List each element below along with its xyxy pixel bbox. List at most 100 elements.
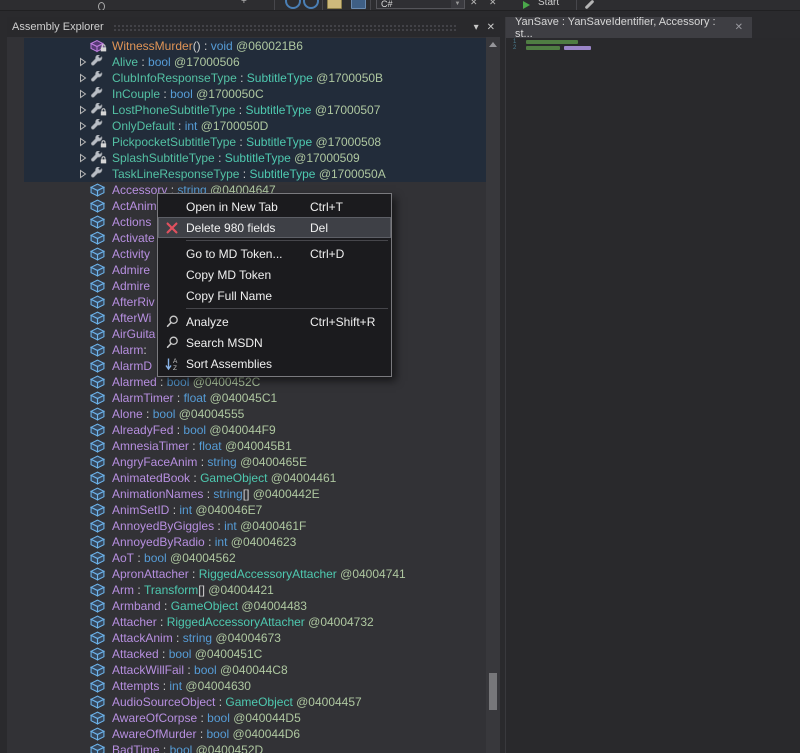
field-icon (90, 215, 106, 229)
tree-row-awareofcorpse[interactable]: AwareOfCorpse : bool @040044D5 (24, 710, 486, 726)
tree-row-pickpocketsubtitletype[interactable]: PickpocketSubtitleType : SubtitleType @1… (24, 134, 486, 150)
expander-collapsed-icon[interactable] (76, 105, 90, 115)
member-colon: : (134, 583, 144, 597)
field-icon (90, 583, 106, 597)
language-combobox[interactable]: C# ▼ (376, 0, 465, 9)
tree-row-badtime[interactable]: BadTime : bool @0400452D (24, 742, 486, 753)
menu-item-search-msdn[interactable]: Search MSDN (158, 332, 391, 353)
member-name: AlarmD (112, 359, 152, 373)
member-colon: : (197, 711, 207, 725)
tree-row-angryfaceanim[interactable]: AngryFaceAnim : string @0400465E (24, 454, 486, 470)
tree-row-animsetid[interactable]: AnimSetID : int @040046E7 (24, 502, 486, 518)
tree-row-armband[interactable]: Armband : GameObject @04004483 (24, 598, 486, 614)
lock-icon (100, 105, 107, 119)
member-address: @04004741 (337, 567, 406, 581)
menu-item-analyze[interactable]: AnalyzeCtrl+Shift+R (158, 311, 391, 332)
tree-row-alreadyfed[interactable]: AlreadyFed : bool @040044F9 (24, 422, 486, 438)
wrench-icon[interactable] (585, 0, 595, 9)
tree-row-attacher[interactable]: Attacher : RiggedAccessoryAttacher @0400… (24, 614, 486, 630)
tree-row-alive[interactable]: Alive : bool @17000506 (24, 54, 486, 70)
code-editor[interactable]: 12 (506, 38, 800, 753)
tree-row-amnesiatimer[interactable]: AmnesiaTimer : float @040045B1 (24, 438, 486, 454)
navigate-back-icon[interactable] (285, 0, 301, 9)
tab-yansave[interactable]: YanSave : YanSaveIdentifier, Accessory :… (506, 17, 752, 38)
navigate-forward-icon[interactable] (303, 0, 319, 9)
start-play-icon[interactable] (523, 1, 530, 9)
save-icon[interactable] (351, 0, 366, 9)
member-type: RiggedAccessoryAttacher (167, 615, 305, 629)
start-button-label[interactable]: Start (538, 0, 559, 8)
expander-collapsed-icon[interactable] (76, 137, 90, 147)
tree-row-awareofmurder[interactable]: AwareOfMurder : bool @040044D6 (24, 726, 486, 742)
member-colon: : (161, 599, 171, 613)
tree-row-lostphonesubtitletype[interactable]: LostPhoneSubtitleType : SubtitleType @17… (24, 102, 486, 118)
property-icon (90, 71, 106, 85)
menu-item-copy-md-token[interactable]: Copy MD Token (158, 264, 391, 285)
field-icon (90, 295, 106, 309)
expander-collapsed-icon[interactable] (76, 153, 90, 163)
assembly-tree[interactable]: WitnessMurder() : void @060021B6Alive : … (7, 37, 486, 753)
tree-row-attackanim[interactable]: AttackAnim : string @04004673 (24, 630, 486, 646)
tree-row-audiosourceobject[interactable]: AudioSourceObject : GameObject @04004457 (24, 694, 486, 710)
tree-row-apronattacher[interactable]: ApronAttacher : RiggedAccessoryAttacher … (24, 566, 486, 582)
menu-item-copy-full-name[interactable]: Copy Full Name (158, 285, 391, 306)
toolbar-button-icon[interactable]: ✕ (489, 0, 497, 8)
member-address: @04004483 (238, 599, 307, 613)
tree-scrollbar[interactable] (486, 37, 500, 753)
member-colon: : (138, 55, 148, 69)
member-colon: : (159, 647, 169, 661)
member-name: BadTime (112, 743, 160, 753)
member-address: @040046E7 (192, 503, 262, 517)
menu-item-label: Sort Assemblies (186, 357, 310, 371)
expander-collapsed-icon[interactable] (76, 89, 90, 99)
expander-collapsed-icon[interactable] (76, 169, 90, 179)
menu-item-go-to-md-token[interactable]: Go to MD Token...Ctrl+D (158, 243, 391, 264)
member-type: GameObject (200, 471, 267, 485)
tree-row-attackwillfail[interactable]: AttackWillFail : bool @040044C8 (24, 662, 486, 678)
tree-row-annoyedbygiggles[interactable]: AnnoyedByGiggles : int @0400461F (24, 518, 486, 534)
field-icon (90, 487, 106, 501)
menu-item-delete-980-fields[interactable]: Delete 980 fieldsDel (158, 217, 391, 238)
member-colon: : (190, 471, 200, 485)
tree-row-witnessmurder[interactable]: WitnessMurder() : void @060021B6 (24, 38, 486, 54)
expander-collapsed-icon[interactable] (76, 57, 90, 67)
tab-close-icon[interactable]: ✕ (735, 22, 743, 33)
open-file-icon[interactable] (327, 0, 342, 9)
tree-row-incouple[interactable]: InCouple : bool @1700050C (24, 86, 486, 102)
panel-close-icon[interactable]: ✕ (487, 22, 495, 33)
menubar-text-remnant (98, 2, 105, 11)
member-address: @040045B1 (222, 439, 292, 453)
scrollbar-up-arrow-icon[interactable] (489, 42, 497, 47)
field-icon (90, 359, 106, 373)
tree-row-alone[interactable]: Alone : bool @04004555 (24, 406, 486, 422)
tree-row-annoyedbyradio[interactable]: AnnoyedByRadio : int @04004623 (24, 534, 486, 550)
property-icon (90, 151, 106, 165)
tree-row-alarmtimer[interactable]: AlarmTimer : float @040045C1 (24, 390, 486, 406)
tree-row-onlydefault[interactable]: OnlyDefault : int @1700050D (24, 118, 486, 134)
member-address: @04004732 (305, 615, 374, 629)
tree-row-clubinforesponsetype[interactable]: ClubInfoResponseType : SubtitleType @170… (24, 70, 486, 86)
member-name: Alarmed (112, 375, 157, 389)
expander-collapsed-icon[interactable] (76, 73, 90, 83)
tree-row-animationnames[interactable]: AnimationNames : string[] @0400442E (24, 486, 486, 502)
scrollbar-thumb[interactable] (489, 673, 497, 710)
member-type: RiggedAccessoryAttacher (199, 567, 337, 581)
member-address: @1700050B (313, 71, 383, 85)
expander-collapsed-icon[interactable] (76, 121, 90, 131)
member-type: bool (169, 647, 192, 661)
tree-row-splashsubtitletype[interactable]: SplashSubtitleType : SubtitleType @17000… (24, 150, 486, 166)
combobox-dropdown-icon[interactable]: ▼ (451, 0, 464, 8)
field-icon (90, 743, 106, 753)
menu-item-open-in-new-tab[interactable]: Open in New TabCtrl+T (158, 196, 391, 217)
menu-item-sort-assemblies[interactable]: AZSort Assemblies (158, 353, 391, 374)
tree-row-animatedbook[interactable]: AnimatedBook : GameObject @04004461 (24, 470, 486, 486)
tree-row-aot[interactable]: AoT : bool @04004562 (24, 550, 486, 566)
member-address: @0400465E (237, 455, 307, 469)
member-type: bool (170, 87, 193, 101)
toolbar-button-icon[interactable]: ✕ (470, 0, 478, 8)
tree-row-attacked[interactable]: Attacked : bool @0400451C (24, 646, 486, 662)
panel-menu-chevron-down-icon[interactable]: ▾ (474, 22, 479, 33)
tree-row-arm[interactable]: Arm : Transform[] @04004421 (24, 582, 486, 598)
tree-row-tasklineresponsetype[interactable]: TaskLineResponseType : SubtitleType @170… (24, 166, 486, 182)
tree-row-attempts[interactable]: Attempts : int @04004630 (24, 678, 486, 694)
